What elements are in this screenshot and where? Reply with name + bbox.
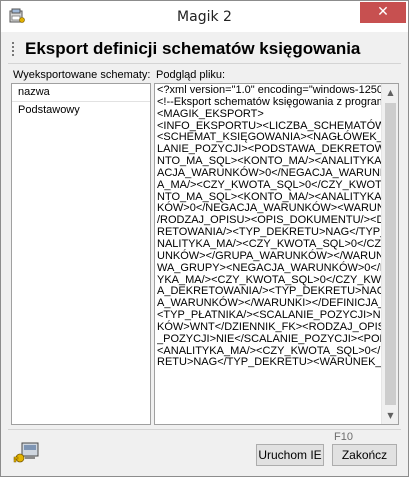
grip-icon: [12, 42, 16, 58]
vertical-scrollbar[interactable]: ▲ ▼: [381, 84, 398, 424]
preview-line: <!--Eksport schematów księgowania z prog…: [157, 95, 383, 108]
scrollbar-thumb[interactable]: [385, 103, 396, 405]
preview-line: KÓW>WNT</DZIENNIK_FK><RODZAJ_OPISU>W: [157, 320, 383, 333]
exported-schemes-list[interactable]: nazwa Podstawowy: [11, 83, 151, 425]
preview-line: UNKÓW></GRUPA_WARUNKÓW></WARUN: [157, 249, 383, 262]
list-item[interactable]: Podstawowy: [12, 102, 150, 120]
export-keys-icon: [13, 441, 41, 465]
preview-line: A_MA/><CZY_KWOTA_SQL>0</CZY_KWOTA: [157, 178, 383, 191]
scroll-down-icon[interactable]: ▼: [382, 407, 398, 424]
page-title: Eksport definicji schematów księgowania: [25, 39, 361, 58]
preview-line: WA_GRUPY><NEGACJA_WARUNKÓW>0</N: [157, 261, 383, 274]
file-preview-textbox[interactable]: <?xml version="1.0" encoding="windows-12…: [154, 83, 399, 425]
preview-line: ACJA_WARUNKÓW>0</NEGACJA_WARUNK: [157, 166, 383, 179]
exported-schemes-label: Wyeksportowane schematy:: [13, 69, 151, 81]
close-window-button[interactable]: ✕: [360, 2, 406, 23]
preview-line: _POZYCJI>NIE</SCALANIE_POZYCJI><PODS: [157, 332, 383, 345]
shortcut-hint: F10: [334, 431, 353, 443]
file-preview-label: Podgląd pliku:: [156, 69, 226, 81]
footer-divider: [8, 429, 401, 430]
window-title: Magik 2: [177, 9, 232, 25]
list-column-header-nazwa[interactable]: nazwa: [12, 84, 150, 102]
title-bar[interactable]: Magik 2 ✕: [1, 1, 408, 32]
dialog-header: Eksport definicji schematów księgowania: [8, 37, 401, 64]
app-window: Magik 2 ✕ Eksport definicji schematów ks…: [0, 0, 409, 477]
preview-line: RETU>NAG</TYP_DEKRETU><WARUNEK_S: [157, 356, 383, 369]
close-button[interactable]: Zakończ: [332, 444, 397, 466]
scroll-up-icon[interactable]: ▲: [382, 84, 398, 101]
file-preview-content: <?xml version="1.0" encoding="windows-12…: [157, 85, 383, 423]
run-ie-button[interactable]: Uruchom IE: [256, 444, 324, 466]
preview-line: <MAGIK_EKSPORT>: [157, 107, 264, 120]
